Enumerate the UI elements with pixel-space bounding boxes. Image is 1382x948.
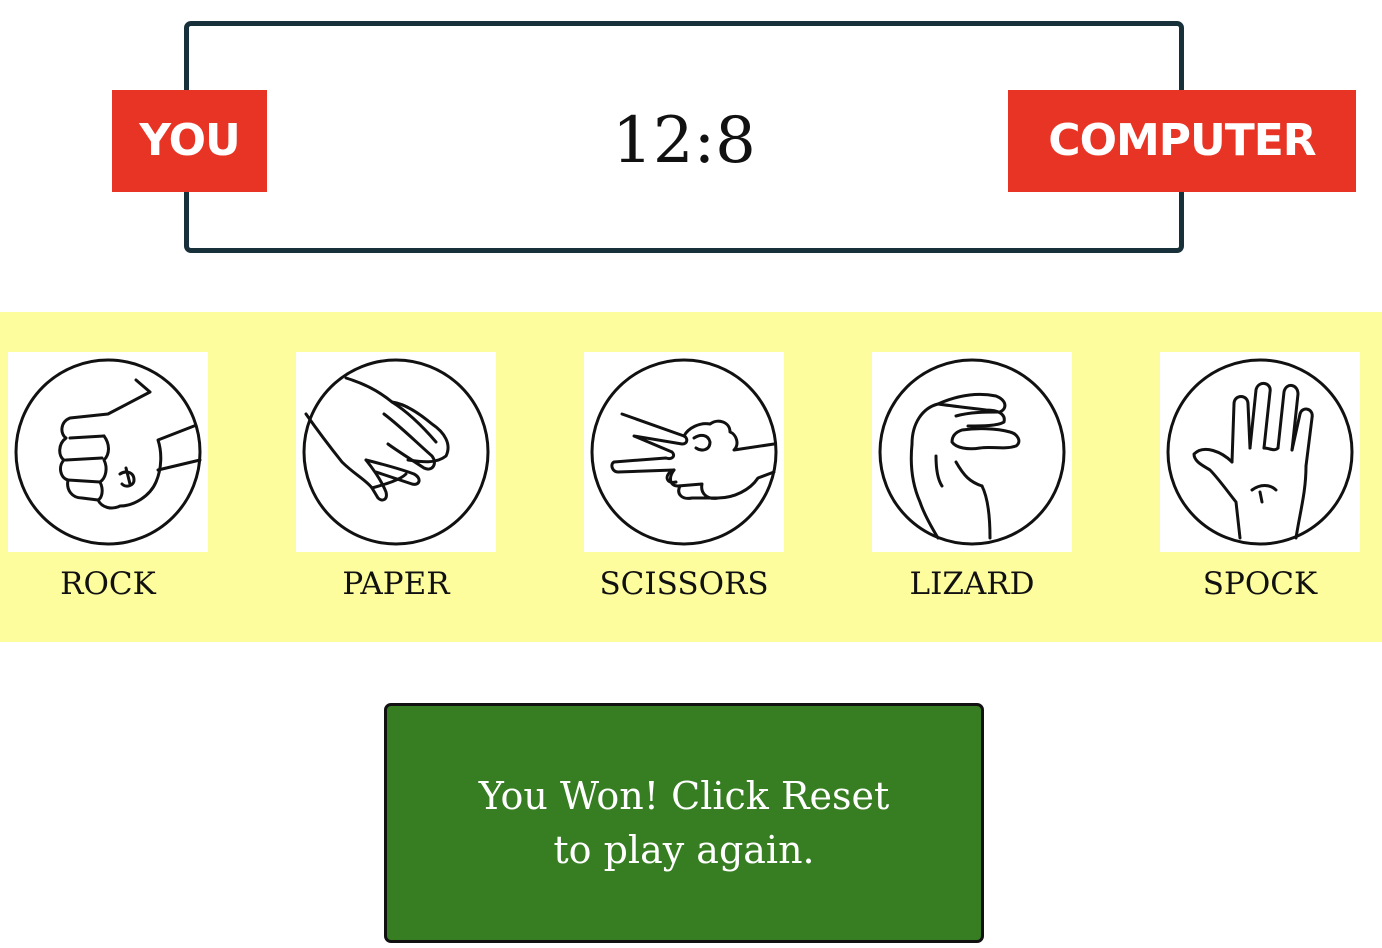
choice-rock[interactable]: ROCK [8,352,208,602]
choice-label-spock: SPOCK [1202,566,1318,602]
spock-hand-icon[interactable] [1160,352,1360,552]
choice-paper[interactable]: PAPER [296,352,496,602]
choice-label-scissors: SCISSORS [599,566,769,602]
player-badge: YOU [112,90,267,192]
result-message-box: You Won! Click Reset to play again. [384,703,984,943]
choice-label-lizard: LIZARD [909,566,1035,602]
scissors-hand-icon[interactable] [584,352,784,552]
lizard-hand-icon[interactable] [872,352,1072,552]
result-message: You Won! Click Reset to play again. [478,774,890,872]
choices-panel: ROCK PAPER SCISSORS LIZARD SPOCK [0,312,1382,642]
paper-hand-icon[interactable] [296,352,496,552]
choice-label-paper: PAPER [342,566,450,602]
choice-spock[interactable]: SPOCK [1160,352,1360,602]
scoreboard: 12:8 YOU COMPUTER [0,0,1382,270]
computer-badge: COMPUTER [1008,90,1356,192]
choice-scissors[interactable]: SCISSORS [584,352,784,602]
choice-lizard[interactable]: LIZARD [872,352,1072,602]
rock-hand-icon[interactable] [8,352,208,552]
choice-label-rock: ROCK [60,566,156,602]
